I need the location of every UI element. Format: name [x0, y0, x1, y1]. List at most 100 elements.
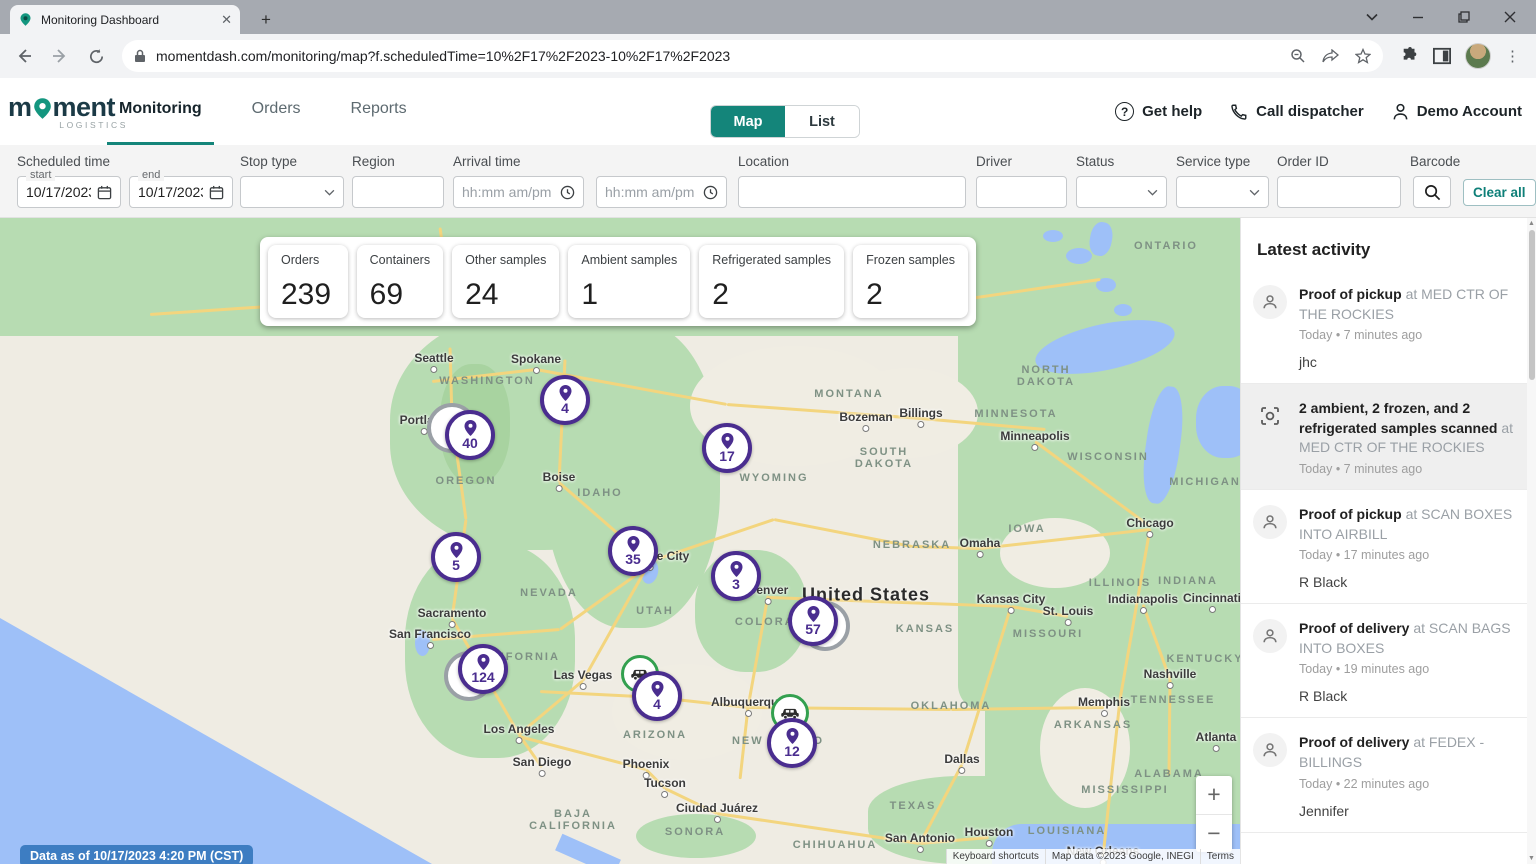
- calendar-icon[interactable]: [209, 185, 224, 200]
- activity-item[interactable]: Proof of delivery at SCAN BAGS INTO BOXE…: [1241, 604, 1536, 718]
- cluster-marker[interactable]: 5: [431, 532, 481, 582]
- activity-title: Latest activity: [1241, 218, 1536, 270]
- keyboard-shortcuts-link[interactable]: Keyboard shortcuts: [946, 849, 1045, 864]
- chevron-down-icon[interactable]: [1366, 13, 1382, 21]
- stats-strip: Orders 239 Containers 69 Other samples 2…: [260, 237, 976, 326]
- cluster-marker[interactable]: 57: [788, 596, 838, 646]
- driver-field[interactable]: [976, 176, 1067, 208]
- water-area: [1043, 230, 1063, 242]
- stat-card[interactable]: Orders 239: [268, 245, 348, 318]
- toggle-map-button[interactable]: Map: [711, 106, 785, 137]
- browser-tab[interactable]: Monitoring Dashboard ✕: [10, 5, 240, 34]
- stat-card[interactable]: Refrigerated samples 2: [699, 245, 844, 318]
- order-id-field[interactable]: [1277, 176, 1401, 208]
- zoom-out-button[interactable]: −: [1196, 815, 1232, 853]
- region-input[interactable]: [361, 184, 435, 200]
- activity-item[interactable]: Proof of delivery at FEDEX - BILLINGS To…: [1241, 718, 1536, 832]
- extensions-puzzle-icon[interactable]: [1401, 47, 1419, 65]
- new-tab-button[interactable]: +: [254, 8, 278, 32]
- activity-item[interactable]: 2 ambient, 2 frozen, and 2 refrigerated …: [1241, 384, 1536, 490]
- side-panel-icon[interactable]: [1433, 47, 1451, 65]
- activity-item[interactable]: Proof of pickup at MED CTR OF THE ROCKIE…: [1241, 270, 1536, 384]
- cluster-marker[interactable]: 17: [702, 423, 752, 473]
- activity-list: Proof of pickup at MED CTR OF THE ROCKIE…: [1241, 270, 1536, 833]
- cluster-marker[interactable]: 35: [608, 526, 658, 576]
- map-canvas[interactable]: ONTARIOWASHINGTONMONTANANORTH DAKOTASOUT…: [0, 218, 1240, 864]
- driver-input[interactable]: [985, 184, 1058, 200]
- service-type-select[interactable]: [1176, 176, 1269, 208]
- cluster-marker[interactable]: 124: [458, 644, 508, 694]
- cluster-marker[interactable]: 3: [711, 551, 761, 601]
- nav-item[interactable]: Monitoring: [107, 90, 214, 145]
- barcode-search-button[interactable]: [1413, 176, 1451, 208]
- browser-toolbar: momentdash.com/monitoring/map?f.schedule…: [0, 34, 1536, 78]
- bookmark-star-icon[interactable]: [1355, 48, 1371, 64]
- location-input[interactable]: [747, 184, 957, 200]
- activity-user: Jennifer: [1299, 803, 1516, 819]
- activity-icon: [1253, 619, 1287, 653]
- address-bar[interactable]: momentdash.com/monitoring/map?f.schedule…: [122, 40, 1383, 72]
- clock-icon[interactable]: [560, 185, 575, 200]
- tab-close-icon[interactable]: ✕: [221, 12, 232, 28]
- activity-body: Proof of delivery at SCAN BAGS INTO BOXE…: [1299, 619, 1516, 704]
- maximize-icon[interactable]: [1458, 11, 1474, 23]
- clear-all-button[interactable]: Clear all: [1463, 179, 1536, 206]
- call-dispatcher-button[interactable]: Call dispatcher: [1230, 103, 1364, 121]
- stat-card[interactable]: Frozen samples 2: [853, 245, 968, 318]
- activity-timestamp: Today • 17 minutes ago: [1299, 548, 1516, 562]
- scheduled-start-input[interactable]: [26, 184, 91, 200]
- account-button[interactable]: Demo Account: [1392, 103, 1522, 121]
- stop-type-select[interactable]: [240, 176, 344, 208]
- scheduled-start-field[interactable]: start: [17, 176, 121, 208]
- zoom-in-button[interactable]: +: [1196, 776, 1232, 815]
- close-icon[interactable]: [1504, 11, 1520, 23]
- terms-link[interactable]: Terms: [1200, 849, 1240, 864]
- activity-item[interactable]: Proof of pickup at SCAN BOXES INTO AIRBI…: [1241, 490, 1536, 604]
- activity-user: R Black: [1299, 574, 1516, 590]
- get-help-button[interactable]: ? Get help: [1115, 102, 1202, 121]
- share-icon[interactable]: [1322, 49, 1339, 64]
- logo-text-2: ment: [53, 92, 116, 123]
- clock-icon[interactable]: [703, 185, 718, 200]
- reload-icon[interactable]: [82, 42, 110, 70]
- stat-value: 2: [866, 280, 955, 310]
- stat-label: Containers: [370, 253, 430, 267]
- sidebar-scrollbar[interactable]: ▲ ▼: [1527, 218, 1536, 864]
- scheduled-end-field[interactable]: end: [129, 176, 233, 208]
- toggle-list-button[interactable]: List: [785, 106, 859, 137]
- status-select[interactable]: [1076, 176, 1167, 208]
- main-nav: Monitoring Orders Reports: [107, 78, 419, 145]
- url-text[interactable]: momentdash.com/monitoring/map?f.schedule…: [156, 48, 1280, 64]
- nav-item[interactable]: Reports: [339, 90, 419, 145]
- pin-icon: [651, 681, 664, 697]
- scheduled-end-input[interactable]: [138, 184, 203, 200]
- scrollbar-thumb[interactable]: [1529, 230, 1535, 380]
- cluster-marker[interactable]: 4: [540, 375, 590, 425]
- cluster-marker[interactable]: 12: [767, 718, 817, 768]
- stat-card[interactable]: Ambient samples 1: [568, 245, 690, 318]
- forward-icon[interactable]: [46, 42, 74, 70]
- cluster-marker[interactable]: 4: [632, 671, 682, 721]
- stat-card[interactable]: Other samples 24: [452, 245, 559, 318]
- region-field[interactable]: [352, 176, 444, 208]
- stat-value: 69: [370, 280, 430, 310]
- cluster-marker[interactable]: 40: [445, 410, 495, 460]
- nav-item[interactable]: Orders: [240, 90, 313, 145]
- activity-body: Proof of delivery at FEDEX - BILLINGS To…: [1299, 733, 1516, 818]
- back-icon[interactable]: [10, 42, 38, 70]
- arrival-start-field[interactable]: [453, 176, 584, 208]
- browser-menu-icon[interactable]: ⋮: [1505, 47, 1520, 65]
- order-id-input[interactable]: [1286, 184, 1392, 200]
- arrival-end-field[interactable]: [596, 176, 727, 208]
- scroll-down-icon[interactable]: ▼: [1527, 855, 1536, 862]
- stat-card[interactable]: Containers 69: [357, 245, 443, 318]
- scroll-up-icon[interactable]: ▲: [1527, 220, 1536, 227]
- location-field[interactable]: [738, 176, 966, 208]
- arrival-end-input[interactable]: [605, 184, 697, 200]
- arrival-start-input[interactable]: [462, 184, 554, 200]
- calendar-icon[interactable]: [97, 185, 112, 200]
- zoom-icon[interactable]: [1290, 48, 1306, 64]
- minimize-icon[interactable]: [1412, 11, 1428, 23]
- profile-avatar[interactable]: [1465, 43, 1491, 69]
- favicon-pin-icon: [18, 12, 33, 27]
